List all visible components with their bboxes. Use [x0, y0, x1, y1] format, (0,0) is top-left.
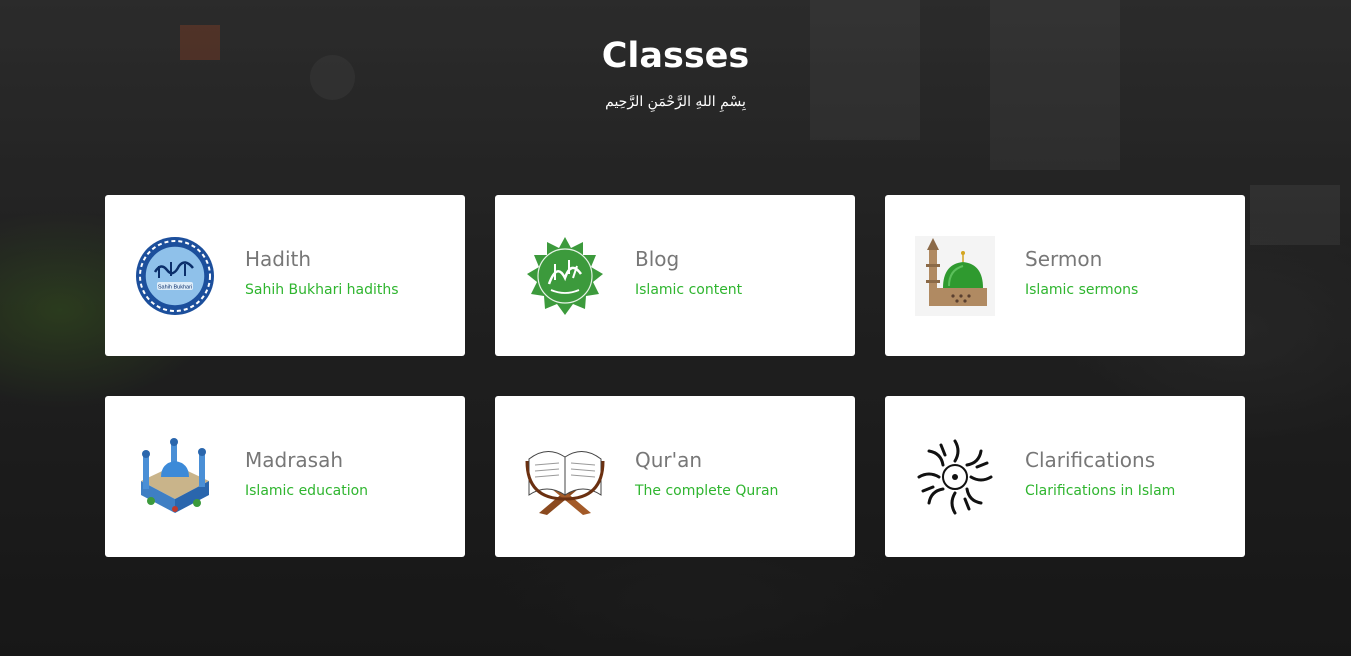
madrasah-building-icon — [135, 437, 215, 517]
page-title: Classes — [601, 36, 750, 76]
classes-grid: Sahih Bukhari Hadith Sahih Bukhari hadit… — [105, 195, 1245, 557]
sahih-bukhari-emblem-icon: Sahih Bukhari — [135, 236, 215, 316]
quran-calligraphy-seal-icon — [525, 236, 605, 316]
card-description: Clarifications in Islam — [1025, 483, 1176, 499]
open-quran-on-stand-icon — [525, 437, 605, 517]
card-title: Clarifications — [1025, 448, 1156, 472]
card-description: Sahih Bukhari hadiths — [245, 282, 399, 298]
card-title: Qur'an — [635, 448, 703, 472]
card-title: Hadith — [245, 247, 312, 271]
mosque-green-dome-icon — [915, 235, 995, 316]
class-card-clarifications[interactable]: Clarifications Clarifications in Islam — [885, 396, 1245, 557]
card-title: Sermon — [1025, 247, 1103, 271]
class-card-madrasah[interactable]: Madrasah Islamic education — [105, 396, 465, 557]
card-title: Madrasah — [245, 448, 344, 472]
card-description: The complete Quran — [635, 483, 779, 499]
circular-calligraphy-icon — [915, 437, 995, 517]
card-description: Islamic content — [635, 282, 743, 298]
class-card-sermon[interactable]: Sermon Islamic sermons — [885, 195, 1245, 356]
section-header: Classes بِسْمِ اللهِ الرَّحْمَنِ الرَّحِ… — [0, 34, 1351, 110]
class-card-blog[interactable]: Blog Islamic content — [495, 195, 855, 356]
class-card-quran[interactable]: Qur'an The complete Quran — [495, 396, 855, 557]
class-card-hadith[interactable]: Sahih Bukhari Hadith Sahih Bukhari hadit… — [105, 195, 465, 356]
bismillah-subtitle: بِسْمِ اللهِ الرَّحْمَنِ الرَّحِيم — [605, 94, 746, 110]
card-description: Islamic sermons — [1025, 282, 1139, 298]
card-title: Blog — [635, 247, 680, 271]
card-description: Islamic education — [245, 483, 369, 499]
svg-text:Sahih Bukhari: Sahih Bukhari — [158, 284, 192, 290]
